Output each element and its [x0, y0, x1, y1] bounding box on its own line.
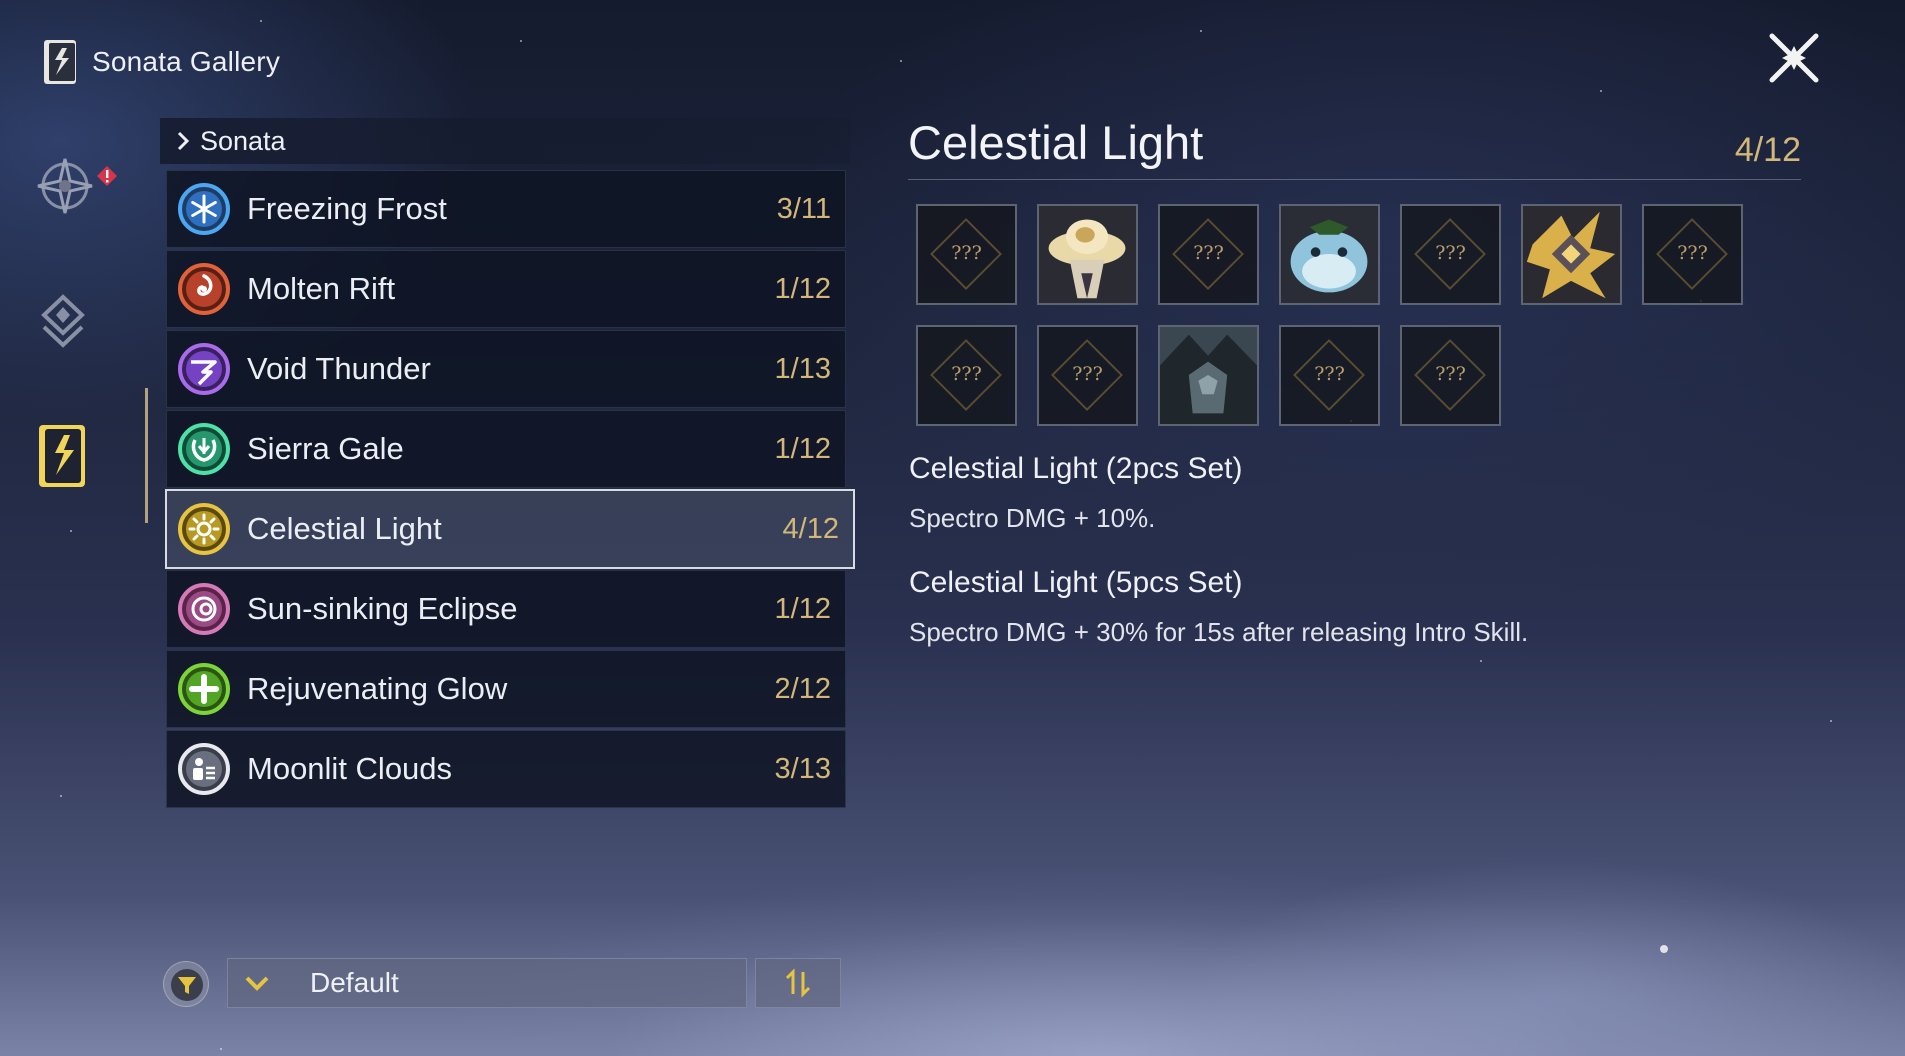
echo-slot-label: ???: [1435, 242, 1466, 264]
echo-slot-unlocked[interactable]: [1037, 204, 1138, 305]
detail-count: 4/12: [1734, 131, 1801, 169]
detail-title: Celestial Light: [908, 116, 1204, 169]
eclipse-icon: [178, 583, 230, 635]
divider: [908, 179, 1801, 180]
sonata-item-name: Moonlit Clouds: [247, 751, 453, 786]
sonata-item-name: Sun-sinking Eclipse: [247, 591, 518, 626]
echo-slot-locked[interactable]: ???: [1642, 204, 1743, 305]
sonata-book-icon[interactable]: [37, 423, 87, 489]
echo-slot-label: ???: [951, 242, 982, 264]
echo-slot-locked[interactable]: ???: [1158, 204, 1259, 305]
sonata-item-count: 2/12: [774, 672, 831, 705]
echo-slot-locked[interactable]: ???: [916, 325, 1017, 426]
detail-panel: Celestial Light 4/12 ??? ??? ??? ??? ???…: [908, 115, 1801, 647]
echo-slot-unlocked[interactable]: [1158, 325, 1259, 426]
echo-slot-label: ???: [1072, 363, 1103, 385]
sonata-list: Sonata Freezing Frost 3/11 Molten Rift 1…: [160, 118, 855, 808]
sonata-item-count: 1/13: [774, 352, 831, 385]
echo-slot-label: ???: [1677, 242, 1708, 264]
echo-stack-icon[interactable]: [38, 293, 88, 353]
echo-slot-unlocked[interactable]: [1279, 204, 1380, 305]
sonata-item-void-thunder[interactable]: Void Thunder 1/13: [166, 330, 846, 408]
sonata-item-name: Freezing Frost: [247, 191, 447, 226]
echo-slot-unlocked[interactable]: [1521, 204, 1622, 305]
sonata-item-celestial-light[interactable]: Celestial Light 4/12: [165, 489, 855, 569]
list-section-label: Sonata: [200, 125, 286, 156]
heal-plus-icon: [178, 663, 230, 715]
flame-swirl-icon: [178, 263, 230, 315]
thunder-swirl-icon: [178, 343, 230, 395]
filter-button[interactable]: [163, 961, 209, 1007]
snowflake-icon: [178, 183, 230, 235]
sonata-item-name: Sierra Gale: [247, 431, 404, 466]
sonata-item-count: 1/12: [774, 432, 831, 465]
page-title: Sonata Gallery: [92, 46, 281, 77]
sort-order-button[interactable]: [755, 958, 841, 1008]
sonata-item-name: Rejuvenating Glow: [247, 671, 508, 706]
echo-slot-locked[interactable]: ???: [1279, 325, 1380, 426]
wind-icon: [178, 423, 230, 475]
blue-blob-echo-icon: [1281, 206, 1378, 303]
sonata-item-name: Molten Rift: [247, 271, 396, 306]
dark-armored-echo-icon: [1160, 327, 1257, 424]
close-icon[interactable]: [1768, 32, 1820, 84]
set-bonus-5pc-title: Celestial Light (5pcs Set): [909, 566, 1243, 599]
sonata-item-name: Void Thunder: [247, 351, 431, 386]
golden-crystal-echo-icon: [1523, 206, 1620, 303]
sonata-item-count: 1/12: [774, 592, 831, 625]
alert-badge-icon: [97, 166, 117, 186]
sonata-book-icon: [44, 40, 76, 84]
echo-slot-locked[interactable]: ???: [1037, 325, 1138, 426]
compass-star-icon[interactable]: [34, 155, 96, 217]
echo-slot-label: ???: [951, 363, 982, 385]
set-bonus-5pc-desc: Spectro DMG + 30% for 15s after releasin…: [909, 617, 1529, 647]
sonata-item-rejuvenating-glow[interactable]: Rejuvenating Glow 2/12: [166, 650, 846, 728]
set-bonus-2pc-title: Celestial Light (2pcs Set): [909, 452, 1243, 485]
sonata-item-freezing-frost[interactable]: Freezing Frost 3/11: [166, 170, 846, 248]
sonata-item-count: 3/11: [776, 192, 831, 225]
sonata-item-count: 1/12: [774, 272, 831, 305]
echo-slot-locked[interactable]: ???: [916, 204, 1017, 305]
echo-slot-label: ???: [1314, 363, 1345, 385]
set-bonus-2pc-desc: Spectro DMG + 10%.: [909, 503, 1156, 533]
list-section-header[interactable]: Sonata: [160, 118, 850, 164]
sort-label: Default: [310, 967, 399, 998]
cloud-icon: [178, 743, 230, 795]
chevron-down-icon: [245, 976, 269, 991]
header: Sonata Gallery: [42, 38, 280, 86]
rail-scroll-indicator: [145, 388, 148, 523]
sun-icon: [178, 503, 230, 555]
sonata-item-count: 4/12: [782, 512, 839, 545]
echo-slot-label: ???: [1435, 363, 1466, 385]
sonata-item-count: 3/13: [774, 752, 831, 785]
golden-hat-echo-icon: [1039, 206, 1136, 303]
sort-order-icon: [785, 968, 811, 998]
sonata-item-sun-sinking-eclipse[interactable]: Sun-sinking Eclipse 1/12: [166, 570, 846, 648]
filter-icon: [171, 969, 203, 1001]
echo-slot-locked[interactable]: ???: [1400, 204, 1501, 305]
echo-slot-label: ???: [1193, 242, 1224, 264]
echo-slot-locked[interactable]: ???: [1400, 325, 1501, 426]
chevron-right-icon: [177, 131, 190, 151]
sort-dropdown[interactable]: Default: [227, 958, 747, 1008]
sonata-item-sierra-gale[interactable]: Sierra Gale 1/12: [166, 410, 846, 488]
sonata-item-name: Celestial Light: [247, 511, 442, 546]
sonata-item-moonlit-clouds[interactable]: Moonlit Clouds 3/13: [166, 730, 846, 808]
sonata-item-molten-rift[interactable]: Molten Rift 1/12: [166, 250, 846, 328]
